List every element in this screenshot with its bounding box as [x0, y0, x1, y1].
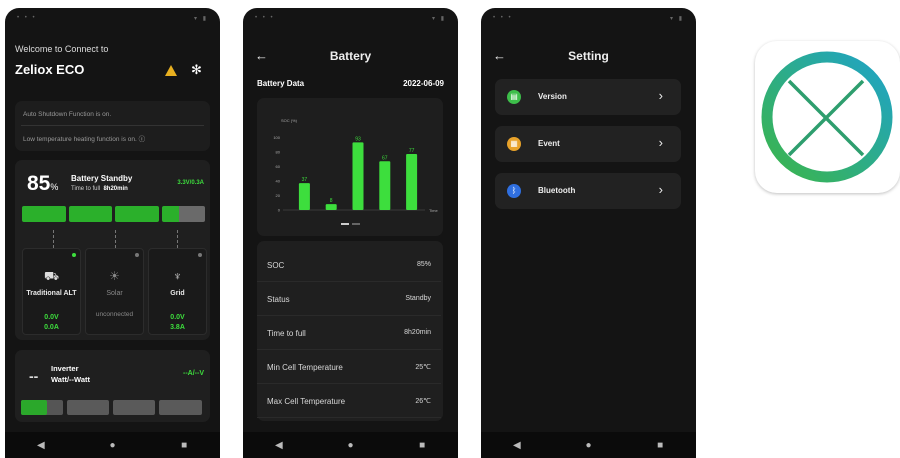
home-screen: • • • ▾ ▮ Welcome to Connect to Zeliox EC…: [5, 8, 220, 458]
menu-item-event[interactable]: ▦ Event ›: [495, 126, 681, 162]
chevron-right-icon: ›: [658, 88, 663, 103]
gear-icon[interactable]: ✻: [191, 63, 202, 76]
source-solar[interactable]: ☀ Solar unconnected: [85, 248, 144, 335]
source-voltage: 0.0V: [170, 314, 185, 321]
y-tick-label: 100: [273, 135, 280, 140]
bar-value-label: 93: [355, 136, 361, 142]
notice-heating: Low temperature heating function is on. …: [23, 136, 146, 143]
y-tick-label: 20: [276, 193, 281, 198]
back-button[interactable]: ◀: [264, 440, 294, 451]
y-tick-label: 40: [276, 178, 281, 183]
status-dot: [72, 253, 76, 257]
x-axis-label: Time: [429, 208, 439, 213]
page-title: Battery: [329, 49, 372, 63]
status-bar: • • • ▾ ▮: [17, 15, 208, 22]
recents-button[interactable]: ■: [407, 440, 437, 451]
android-nav-bar: ◀ ● ■: [5, 432, 220, 458]
notice-card: Auto Shutdown Function is on. Low temper…: [15, 101, 210, 151]
android-nav-bar: ◀ ● ■: [243, 432, 458, 458]
chart-bar: [406, 154, 418, 210]
source-label: Solar: [106, 290, 123, 297]
inverter-label: Inverter: [51, 364, 79, 373]
source-current: 0.0A: [44, 324, 59, 331]
home-button[interactable]: ●: [335, 440, 365, 451]
bluetooth-icon: ᛒ: [507, 184, 521, 198]
section-title: Battery Data: [257, 79, 305, 88]
menu-item-version[interactable]: ▤ Version ›: [495, 79, 681, 115]
tower-icon: ♆: [173, 269, 182, 283]
chart-pager[interactable]: [341, 223, 361, 226]
sun-icon: ☀: [109, 269, 120, 283]
status-bar: • • • ▾ ▮: [493, 15, 684, 22]
source-voltage: 0.0V: [44, 314, 59, 321]
inverter-card[interactable]: -- Inverter Watt/--Watt --A/--V: [15, 350, 210, 422]
home-button[interactable]: ●: [97, 440, 127, 451]
status-dot: [135, 253, 139, 257]
info-icon[interactable]: ⓘ: [139, 136, 146, 143]
soc-bar-chart: SOC (%) 0 20 40 60 80 100 Time 37 8 93 67 77: [273, 118, 439, 213]
y-tick-label: 0: [278, 208, 281, 213]
recents-button[interactable]: ■: [645, 440, 675, 451]
soc-segment: [161, 206, 205, 222]
calendar-icon: ▦: [507, 137, 521, 151]
source-status: unconnected: [95, 311, 134, 318]
chart-bar: [325, 204, 337, 210]
app-logo-icon: [755, 41, 900, 193]
source-label: Traditional ALT: [26, 290, 77, 297]
chart-bar: [352, 142, 364, 210]
y-tick-label: 60: [276, 164, 281, 169]
back-button[interactable]: ◀: [502, 440, 532, 451]
list-item-soc: SOC 85%: [257, 248, 441, 282]
battery-state: Battery Standby: [71, 174, 133, 183]
soc-segment: [68, 206, 112, 222]
list-item-max-cell-temp: Max Cell Temperature 26℃: [257, 384, 441, 418]
status-bar: • • • ▾ ▮: [255, 15, 446, 22]
back-button[interactable]: ◀: [26, 440, 56, 451]
page-title: Setting: [568, 49, 609, 63]
soc-value: 85%: [27, 172, 59, 195]
bar-value-label: 8: [330, 198, 333, 204]
source-current: 3.8A: [170, 324, 185, 331]
android-nav-bar: ◀ ● ■: [481, 432, 696, 458]
battery-screen: • • • ▾ ▮ ← Battery Battery Data 2022-06-…: [243, 8, 458, 458]
y-tick-label: 80: [276, 149, 281, 154]
chart-date: 2022-06-09: [403, 79, 444, 88]
welcome-text: Welcome to Connect to: [15, 44, 109, 54]
source-label: Grid: [170, 290, 185, 297]
inverter-power: Watt/--Watt: [51, 375, 91, 384]
power-reading: 3.3V/0.3A: [177, 180, 204, 186]
status-dot: [198, 253, 202, 257]
source-traditional-alt[interactable]: ⛟ Traditional ALT 0.0V 0.0A: [22, 248, 81, 335]
bar-value-label: 67: [382, 155, 388, 161]
inverter-level-bar: [21, 400, 204, 415]
inverter-reading: --A/--V: [183, 370, 204, 377]
recents-button[interactable]: ■: [169, 440, 199, 451]
chart-bar: [298, 183, 310, 210]
soc-segment: [22, 206, 66, 222]
inverter-symbol: --: [29, 368, 39, 384]
bar-value-label: 37: [302, 177, 308, 183]
list-item-status: Status Standby: [257, 282, 441, 316]
list-item-time-to-full: Time to full 8h20min: [257, 316, 441, 350]
notice-auto-shutdown: Auto Shutdown Function is on.: [23, 111, 112, 118]
document-icon: ▤: [507, 90, 521, 104]
settings-screen: • • • ▾ ▮ ← Setting ▤ Version › ▦ Event ›…: [481, 8, 696, 458]
time-to-full: Time to full 8h20min: [71, 186, 128, 192]
home-button[interactable]: ●: [573, 440, 603, 451]
bar-value-label: 77: [409, 148, 415, 154]
chart-bar: [379, 161, 391, 210]
soc-segment: [115, 206, 159, 222]
device-name: Zeliox ECO: [15, 62, 85, 77]
chart-card: SOC (%) 0 20 40 60 80 100 Time 37 8 93 67 77: [257, 98, 443, 236]
warning-icon[interactable]: [165, 65, 177, 76]
chevron-right-icon: ›: [658, 182, 663, 197]
chevron-right-icon: ›: [658, 135, 663, 150]
menu-item-bluetooth[interactable]: ᛒ Bluetooth ›: [495, 173, 681, 209]
list-item-min-cell-temp: Min Cell Temperature 25℃: [257, 350, 441, 384]
source-grid[interactable]: ♆ Grid 0.0V 3.8A: [148, 248, 207, 335]
engine-icon: ⛟: [43, 269, 60, 283]
y-axis-label: SOC (%): [281, 118, 298, 123]
